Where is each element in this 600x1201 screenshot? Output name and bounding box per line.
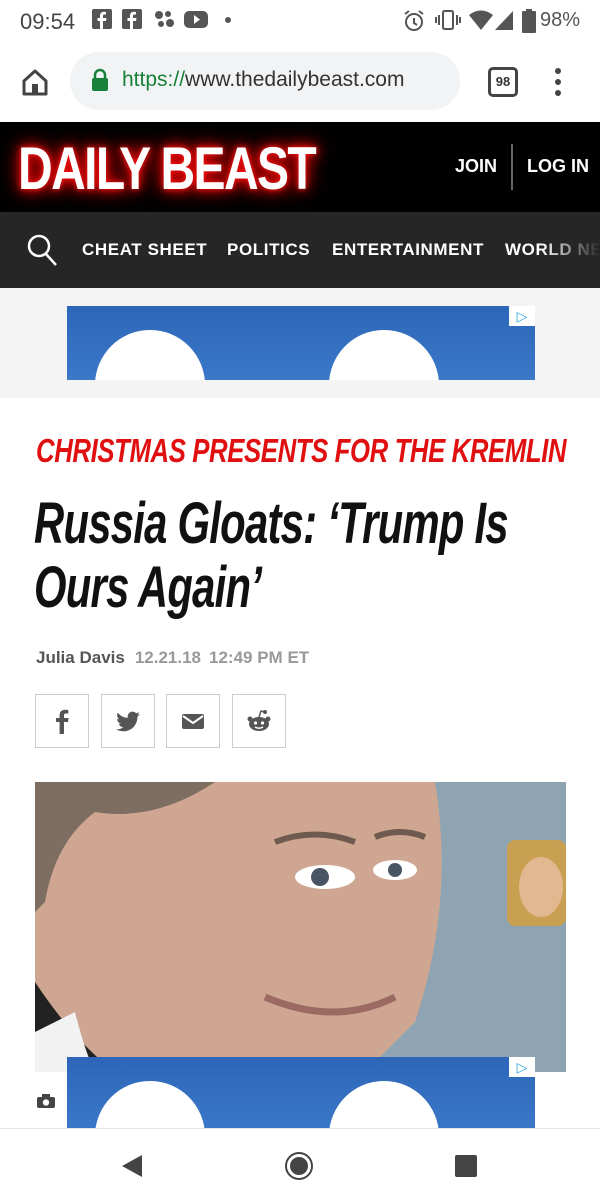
adchoices-icon[interactable]: ▷ — [509, 1057, 535, 1077]
hero-illustration — [35, 782, 566, 1072]
dot-icon — [225, 17, 231, 23]
header-divider — [511, 144, 513, 190]
browser-toolbar: https://www.thedailybeast.com 98 — [0, 40, 600, 122]
search-icon[interactable] — [25, 232, 59, 268]
lock-icon — [92, 68, 108, 91]
tab-switcher-button[interactable]: 98 — [488, 67, 518, 97]
nav-politics[interactable]: POLITICS — [227, 240, 310, 260]
ad-cloud — [329, 1081, 439, 1131]
author-name[interactable]: Julia Davis — [36, 648, 125, 667]
system-nav-bar — [0, 1128, 600, 1201]
url-host: www.thedailybeast.com — [185, 68, 405, 91]
signal-icon — [495, 11, 513, 30]
battery-icon — [522, 9, 536, 33]
twitter-icon — [116, 711, 140, 732]
facebook-icon — [92, 9, 112, 29]
adchoices-icon[interactable]: ▷ — [509, 306, 535, 326]
ad-area: ▷ — [0, 288, 600, 398]
vibrate-icon — [435, 10, 461, 30]
status-bar: 09:54 98% — [0, 0, 600, 40]
byline: Julia Davis 12.21.18 12:49 PM ET — [36, 648, 309, 668]
alarm-icon — [404, 10, 424, 31]
share-facebook-button[interactable] — [35, 694, 89, 748]
nav-fade — [540, 212, 600, 288]
share-reddit-button[interactable] — [232, 694, 286, 748]
pinwheel-icon — [155, 11, 174, 27]
home-button-icon[interactable] — [284, 1151, 314, 1181]
article-time: 12:49 PM ET — [209, 648, 310, 667]
share-email-button[interactable] — [166, 694, 220, 748]
ad-cloud — [95, 330, 205, 380]
status-time: 09:54 — [20, 9, 76, 34]
url-bar[interactable]: https://www.thedailybeast.com — [70, 52, 460, 110]
back-icon[interactable] — [120, 1153, 144, 1179]
nav-cheat-sheet[interactable]: CHEAT SHEET — [82, 240, 207, 260]
reddit-icon — [247, 710, 271, 731]
wifi-icon — [469, 10, 493, 30]
ad-cloud — [329, 330, 439, 380]
email-icon — [182, 714, 204, 729]
ad-banner-overlay[interactable]: ▷ — [67, 1057, 535, 1131]
article-headline: Russia Gloats: ‘Trump Is Ours Again’ — [34, 491, 509, 620]
ad-cloud — [95, 1081, 205, 1131]
share-twitter-button[interactable] — [101, 694, 155, 748]
site-logo[interactable]: DAILY BEAST — [18, 134, 317, 203]
battery-percent: 98% — [539, 9, 580, 31]
site-header: DAILY BEAST JOIN LOG IN — [0, 122, 600, 212]
menu-dots-icon[interactable] — [552, 67, 564, 97]
article-date: 12.21.18 — [134, 648, 202, 667]
youtube-icon — [184, 11, 208, 28]
home-icon[interactable] — [20, 67, 50, 97]
hero-image[interactable] — [35, 782, 566, 1072]
section-nav: CHEAT SHEET POLITICS ENTERTAINMENT WORLD… — [0, 212, 600, 288]
url-protocol: https:// — [122, 68, 186, 91]
camera-icon — [37, 1094, 55, 1108]
article-kicker[interactable]: CHRISTMAS PRESENTS FOR THE KREMLIN — [36, 432, 567, 470]
login-link[interactable]: LOG IN — [527, 156, 589, 177]
facebook-icon — [56, 709, 69, 734]
nav-entertainment[interactable]: ENTERTAINMENT — [332, 240, 484, 260]
url-text: https://www.thedailybeast.com — [122, 68, 404, 92]
ad-banner[interactable]: ▷ — [67, 306, 535, 380]
facebook-icon — [122, 9, 142, 29]
recents-icon[interactable] — [455, 1155, 477, 1177]
join-link[interactable]: JOIN — [455, 156, 497, 177]
